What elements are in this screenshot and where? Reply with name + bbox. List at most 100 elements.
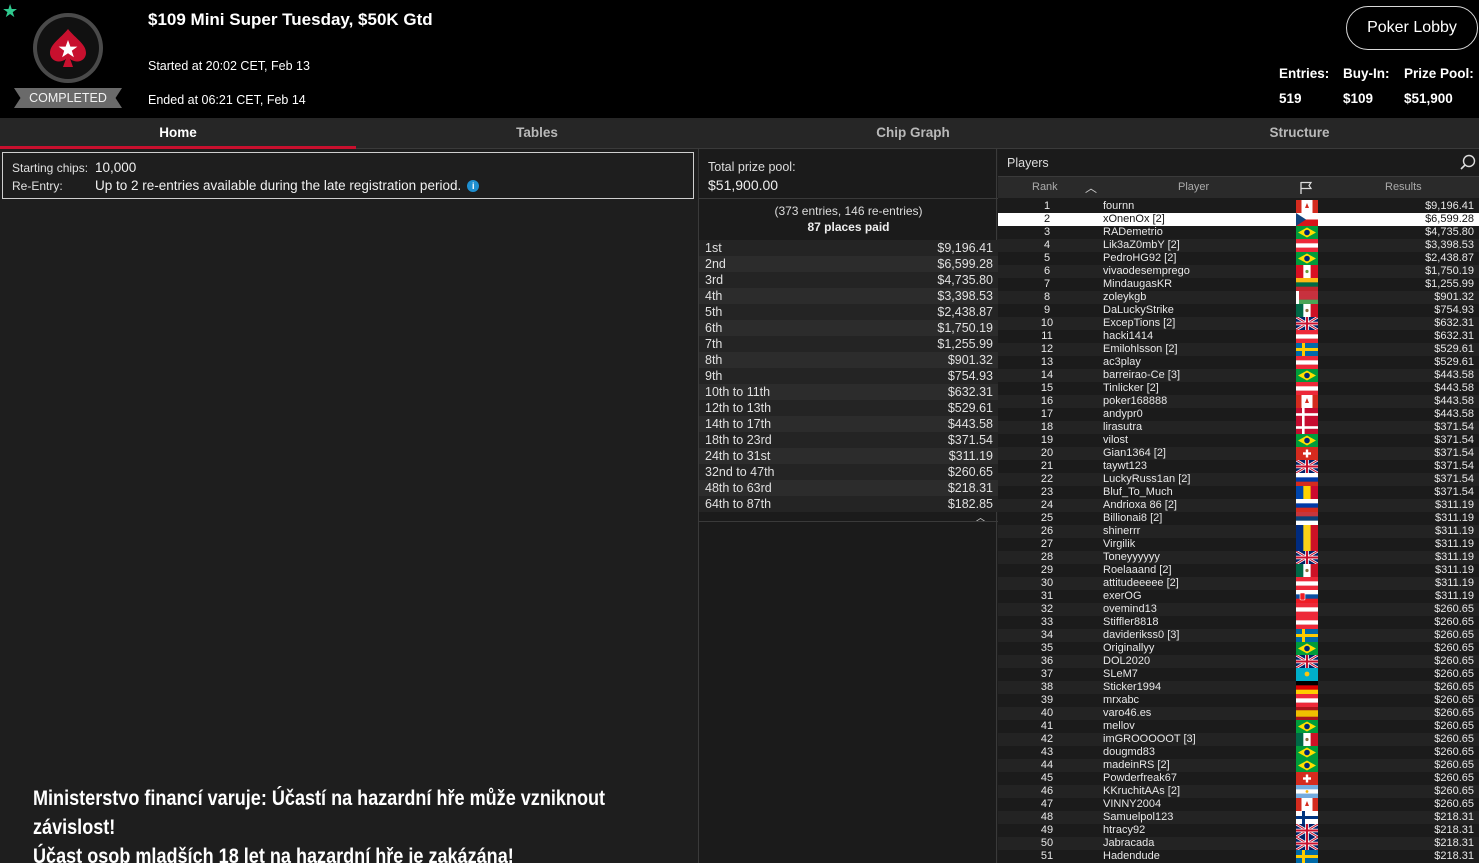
- player-row[interactable]: 38 Sticker1994 $260.65: [998, 681, 1479, 694]
- tab-home[interactable]: Home: [0, 118, 356, 149]
- player-row[interactable]: 19 vilost $371.54: [998, 434, 1479, 447]
- favorite-star-icon[interactable]: ★: [2, 2, 18, 20]
- payout-place: 7th: [705, 337, 723, 351]
- player-row[interactable]: 31 exerOG $311.19: [998, 590, 1479, 603]
- col-results[interactable]: Results: [1385, 181, 1422, 193]
- player-row[interactable]: 11 hacki1414 $632.31: [998, 330, 1479, 343]
- player-rank: 20: [1040, 447, 1054, 459]
- player-rank: 25: [1040, 512, 1054, 524]
- payout-amount: $754.93: [947, 369, 993, 383]
- player-row[interactable]: 15 Tinlicker [2] $443.58: [998, 382, 1479, 395]
- player-name: Gian1364 [2]: [1103, 447, 1166, 459]
- player-row[interactable]: 8 zoleykgb $901.32: [998, 291, 1479, 304]
- player-row[interactable]: 47 VINNY2004 $260.65: [998, 798, 1479, 811]
- reentry-row: Re-Entry: Up to 2 re-entries available d…: [12, 177, 480, 195]
- player-row[interactable]: 10 ExcepTions [2] $632.31: [998, 317, 1479, 330]
- player-row[interactable]: 30 attitudeeeee [2] $311.19: [998, 577, 1479, 590]
- player-row[interactable]: 4 Lik3aZ0mbY [2] $3,398.53: [998, 239, 1479, 252]
- search-icon[interactable]: [1460, 154, 1476, 170]
- player-row[interactable]: 12 Emilohlsson [2] $529.61: [998, 343, 1479, 356]
- player-result: $260.65: [1434, 694, 1474, 706]
- player-row[interactable]: 23 Bluf_To_Much $371.54: [998, 486, 1479, 499]
- player-row[interactable]: 18 lirasutra $371.54: [998, 421, 1479, 434]
- player-row[interactable]: 39 mrxabc $260.65: [998, 694, 1479, 707]
- player-row[interactable]: 36 DOL2020 $260.65: [998, 655, 1479, 668]
- player-result: $443.58: [1434, 382, 1474, 394]
- payout-place: 3rd: [705, 273, 724, 287]
- player-name: poker168888: [1103, 395, 1168, 407]
- spade-star-icon: [50, 29, 86, 67]
- player-row[interactable]: 34 daviderikss0 [3] $260.65: [998, 629, 1479, 642]
- player-row[interactable]: 51 Hadendude $218.31: [998, 850, 1479, 863]
- payout-amount: $371.54: [947, 433, 993, 447]
- player-rank: 10: [1040, 317, 1054, 329]
- tab-structure[interactable]: Structure: [1108, 118, 1479, 149]
- col-player[interactable]: Player: [1178, 181, 1209, 193]
- player-row[interactable]: 3 RADemetrio $4,735.80: [998, 226, 1479, 239]
- player-row[interactable]: 45 Powderfreak67 $260.65: [998, 772, 1479, 785]
- player-row[interactable]: 44 madeinRS [2] $260.65: [998, 759, 1479, 772]
- player-result: $218.31: [1434, 811, 1474, 823]
- player-row[interactable]: 26 shinerrr $311.19: [998, 525, 1479, 538]
- player-result: $218.31: [1434, 824, 1474, 836]
- country-flag-icon: [1296, 746, 1318, 759]
- collapse-caret-icon[interactable]: ︿: [975, 509, 986, 525]
- player-row[interactable]: 6 vivaodesemprego $1,750.19: [998, 265, 1479, 278]
- player-row[interactable]: 41 mellov $260.65: [998, 720, 1479, 733]
- player-result: $260.65: [1434, 629, 1474, 641]
- player-result: $260.65: [1434, 681, 1474, 693]
- payout-row: 6th $1,750.19: [699, 320, 998, 336]
- country-flag-icon: [1296, 720, 1318, 733]
- player-row[interactable]: 40 varo46.es $260.65: [998, 707, 1479, 720]
- payout-place: 10th to 11th: [705, 385, 771, 399]
- player-row[interactable]: 33 Stiffler8818 $260.65: [998, 616, 1479, 629]
- player-row[interactable]: 13 ac3play $529.61: [998, 356, 1479, 369]
- player-name: andypr0: [1103, 408, 1143, 420]
- player-row[interactable]: 46 KKruchitAAs [2] $260.65: [998, 785, 1479, 798]
- player-row[interactable]: 2 xOnenOx [2] $6,599.28: [998, 213, 1479, 226]
- tab-chip-graph[interactable]: Chip Graph: [718, 118, 1108, 149]
- player-row[interactable]: 17 andypr0 $443.58: [998, 408, 1479, 421]
- player-row[interactable]: 25 Billionai8 [2] $311.19: [998, 512, 1479, 525]
- player-rank: 47: [1040, 798, 1054, 810]
- player-row[interactable]: 22 LuckyRuss1an [2] $371.54: [998, 473, 1479, 486]
- player-row[interactable]: 48 Samuelpol123 $218.31: [998, 811, 1479, 824]
- payout-amount: $4,735.80: [937, 273, 993, 287]
- player-row[interactable]: 9 DaLuckyStrike $754.93: [998, 304, 1479, 317]
- player-row[interactable]: 50 Jabracada $218.31: [998, 837, 1479, 850]
- player-row[interactable]: 21 taywt123 $371.54: [998, 460, 1479, 473]
- player-row[interactable]: 24 Andrioxa 86 [2] $311.19: [998, 499, 1479, 512]
- player-row[interactable]: 42 imGROOOOOT [3] $260.65: [998, 733, 1479, 746]
- payout-place: 64th to 87th: [705, 497, 772, 511]
- col-rank[interactable]: Rank: [1032, 181, 1058, 193]
- player-row[interactable]: 7 MindaugasKR $1,255.99: [998, 278, 1479, 291]
- player-row[interactable]: 1 fournn $9,196.41: [998, 200, 1479, 213]
- player-row[interactable]: 37 SLeM7 $260.65: [998, 668, 1479, 681]
- info-icon[interactable]: i: [467, 180, 480, 193]
- player-row[interactable]: 14 barreirao-Ce [3] $443.58: [998, 369, 1479, 382]
- country-flag-icon: [1296, 460, 1318, 473]
- player-row[interactable]: 29 Roelaaand [2] $311.19: [998, 564, 1479, 577]
- payout-amount: $260.65: [947, 465, 993, 479]
- player-row[interactable]: 32 ovemind13 $260.65: [998, 603, 1479, 616]
- flag-column-icon[interactable]: [1299, 181, 1313, 194]
- sort-up-icon[interactable]: ︿: [1085, 179, 1097, 196]
- player-row[interactable]: 49 htracy92 $218.31: [998, 824, 1479, 837]
- player-row[interactable]: 5 PedroHG92 [2] $2,438.87: [998, 252, 1479, 265]
- player-result: $260.65: [1434, 707, 1474, 719]
- country-flag-icon: [1296, 499, 1318, 512]
- player-result: $6,599.28: [1425, 213, 1474, 225]
- player-row[interactable]: 28 Toneyyyyyy $311.19: [998, 551, 1479, 564]
- payout-amount: $1,750.19: [937, 321, 993, 335]
- player-name: mellov: [1103, 720, 1135, 732]
- player-row[interactable]: 27 Virgilik $311.19: [998, 538, 1479, 551]
- poker-lobby-button[interactable]: Poker Lobby: [1346, 6, 1478, 50]
- player-row[interactable]: 43 dougmd83 $260.65: [998, 746, 1479, 759]
- player-row[interactable]: 20 Gian1364 [2] $371.54: [998, 447, 1479, 460]
- player-row[interactable]: 16 poker168888 $443.58: [998, 395, 1479, 408]
- player-row[interactable]: 35 Originallyy $260.65: [998, 642, 1479, 655]
- player-name: attitudeeeee [2]: [1103, 577, 1179, 589]
- player-name: Roelaaand [2]: [1103, 564, 1172, 576]
- tab-tables[interactable]: Tables: [356, 118, 718, 149]
- player-result: $9,196.41: [1425, 200, 1474, 212]
